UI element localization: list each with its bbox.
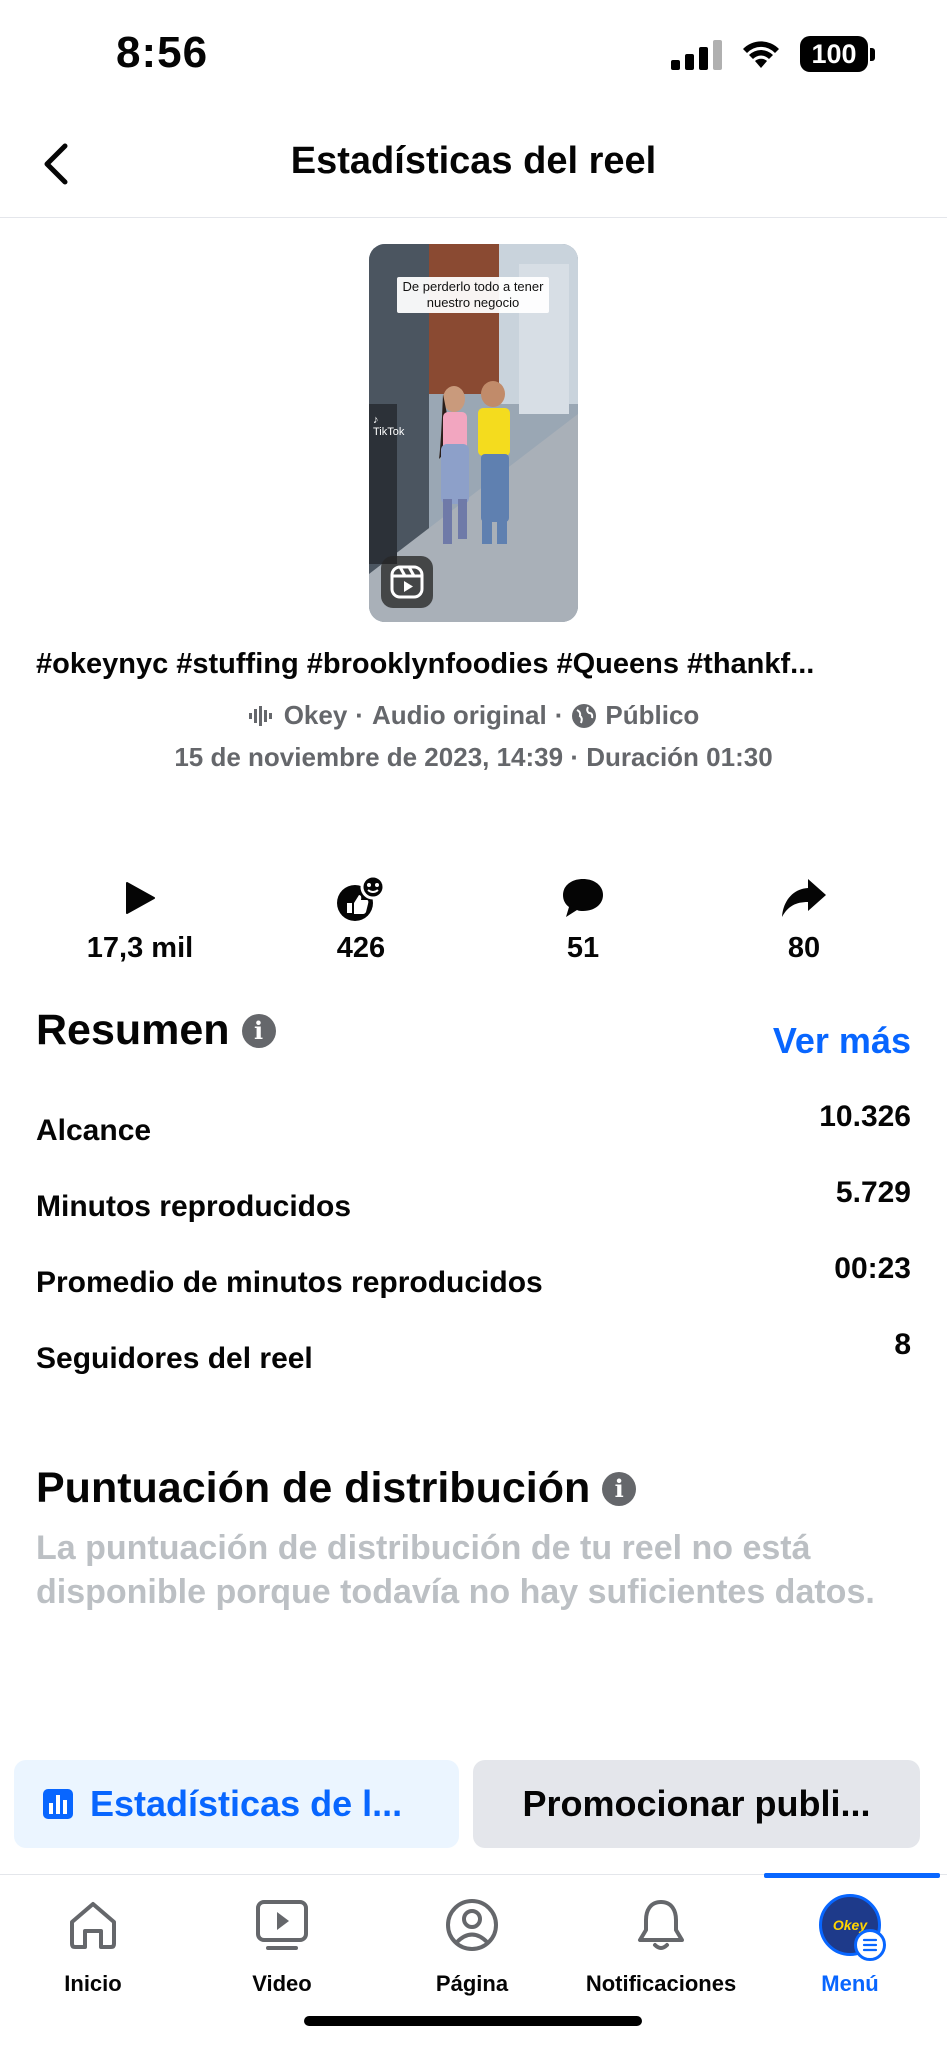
audio-waveform-icon: [248, 705, 272, 726]
shares-count: 80: [787, 932, 821, 964]
stat-value: 10.326: [819, 1100, 911, 1133]
see-more-link[interactable]: Ver más: [773, 1020, 911, 1062]
insights-button-label: Estadísticas de l...: [90, 1783, 403, 1824]
plays-count: 17,3 mil: [86, 932, 194, 964]
battery-level: 100: [800, 36, 868, 72]
stat-value: 8: [894, 1328, 911, 1361]
bell-icon: [638, 1900, 684, 1950]
wifi-icon: [743, 41, 779, 68]
info-icon[interactable]: i: [602, 1471, 637, 1506]
metric-comments: 51: [483, 870, 683, 965]
play-icon: [126, 882, 155, 914]
bar-chart-icon: [43, 1789, 73, 1819]
stat-row-reach: Alcance 10.326: [36, 1100, 911, 1160]
reactions-icon: [337, 874, 386, 921]
reel-duration: Duración 01:30: [586, 742, 773, 772]
battery-icon: 100: [800, 36, 875, 72]
status-bar: 8:56 100: [0, 0, 947, 110]
stat-label: Promedio de minutos reproducidos: [36, 1266, 543, 1299]
comments-count: 51: [566, 932, 600, 964]
tiktok-watermark: ♪ TikTok: [373, 414, 405, 438]
tab-home[interactable]: Inicio: [0, 1893, 188, 1997]
summary-header: Resumen i: [36, 1006, 276, 1055]
active-tab-indicator: [764, 1873, 940, 1878]
tab-menu[interactable]: Okey Menú: [755, 1893, 945, 1997]
share-icon: [782, 879, 826, 917]
distribution-description: La puntuación de distribución de tu reel…: [36, 1529, 875, 1611]
reel-date: 15 de noviembre de 2023, 14:39: [174, 742, 564, 772]
comment-icon: [563, 879, 603, 917]
stat-label: Alcance: [36, 1114, 152, 1147]
menu-icon: [854, 1929, 886, 1961]
metric-plays: 17,3 mil: [40, 870, 240, 965]
stat-label: Seguidores del reel: [36, 1342, 313, 1375]
reel-icon: [381, 556, 433, 608]
tab-page[interactable]: Página: [377, 1893, 567, 1997]
menu-avatar: Okey: [819, 1894, 886, 1961]
promote-button[interactable]: Promocionar publi...: [473, 1760, 920, 1848]
reel-author[interactable]: Okey: [284, 700, 348, 731]
stat-value: 00:23: [834, 1252, 911, 1285]
distribution-title: Puntuación de distribución: [36, 1464, 591, 1512]
meta-separator: ·: [554, 700, 564, 730]
reactions-count: 426: [336, 932, 386, 964]
promote-button-label: Promocionar publi...: [522, 1783, 871, 1824]
home-icon: [70, 1902, 116, 1949]
page-icon: [446, 1899, 498, 1951]
reel-audio[interactable]: Audio original: [372, 700, 547, 731]
stat-row-minutes-played: Minutos reproducidos 5.729: [36, 1176, 911, 1236]
cellular-signal-icon: [671, 38, 722, 70]
reel-visibility: Público: [605, 700, 700, 730]
insights-button[interactable]: Estadísticas de l...: [14, 1760, 459, 1848]
tab-notifications[interactable]: Notificaciones: [566, 1893, 756, 1997]
distribution-header: Puntuación de distribución i: [36, 1464, 637, 1513]
status-icons: 100: [671, 36, 875, 72]
summary-title: Resumen: [36, 1006, 230, 1054]
video-icon: [256, 1900, 308, 1950]
status-time: 8:56: [116, 28, 209, 77]
page-title: Estadísticas del reel: [290, 140, 657, 182]
metric-reactions: 426: [261, 870, 461, 965]
metric-shares: 80: [704, 870, 904, 965]
reel-meta: Okey · Audio original · Público: [0, 700, 947, 731]
reel-thumbnail[interactable]: De perderlo todo a tener nuestro negocio…: [369, 244, 578, 622]
globe-icon: [572, 703, 597, 728]
stat-label: Minutos reproducidos: [36, 1190, 351, 1223]
thumbnail-caption: De perderlo todo a tener nuestro negocio: [397, 277, 549, 313]
home-indicator: [304, 2016, 642, 2026]
reel-date-row: 15 de noviembre de 2023, 14:39 · Duració…: [174, 742, 773, 772]
tab-video[interactable]: Video: [187, 1893, 377, 1997]
info-icon[interactable]: i: [241, 1013, 276, 1048]
reel-caption[interactable]: #okeynyc #stuffing #brooklynfoodies #Que…: [36, 648, 911, 681]
stat-value: 5.729: [835, 1176, 911, 1209]
header: Estadísticas del reel: [0, 110, 947, 218]
stat-row-avg-minutes: Promedio de minutos reproducidos 00:23: [36, 1252, 911, 1312]
stat-row-followers: Seguidores del reel 8: [36, 1328, 911, 1388]
meta-separator: ·: [355, 700, 364, 730]
